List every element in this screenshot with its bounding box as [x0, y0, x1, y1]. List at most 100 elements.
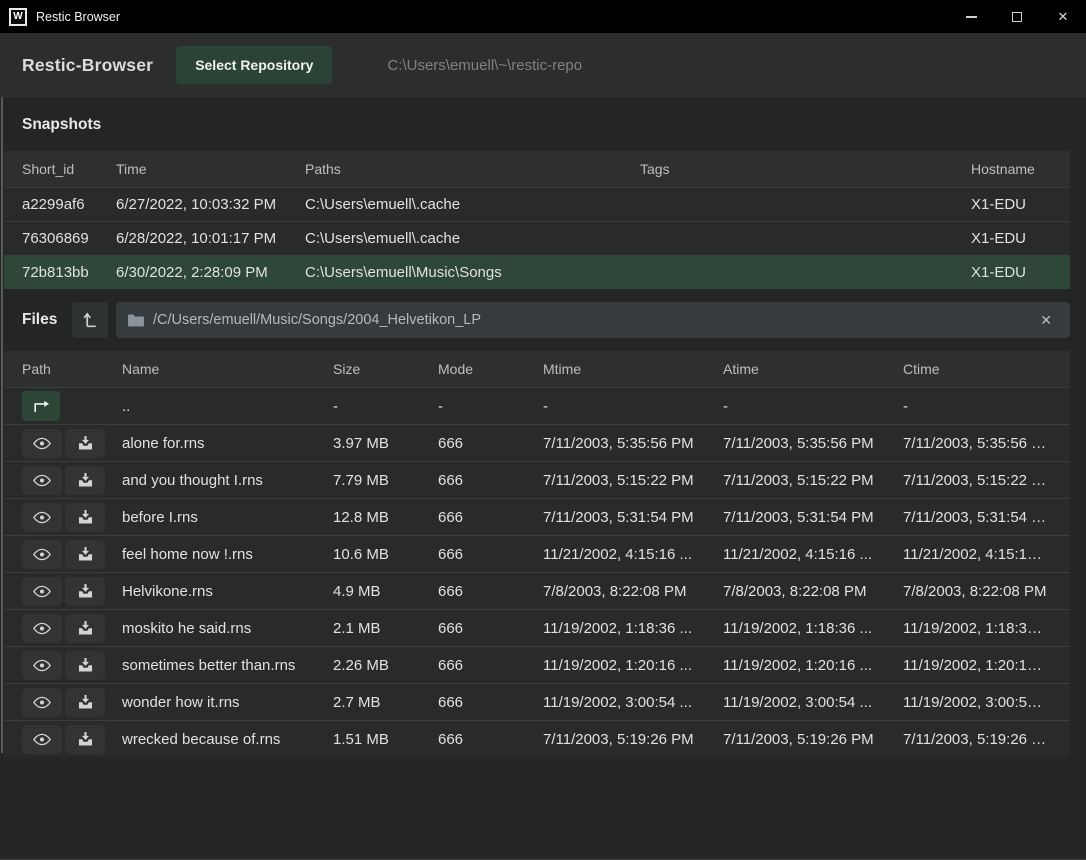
- snapshots-section-title: Snapshots: [4, 97, 1070, 151]
- view-file-button[interactable]: [22, 503, 62, 532]
- snapshot-short-id: 72b813bb: [22, 264, 116, 281]
- close-button[interactable]: ✕: [1040, 0, 1086, 33]
- snapshot-short-id: 76306869: [22, 230, 116, 247]
- file-size: 2.1 MB: [333, 620, 438, 637]
- column-header-short-id: Short_id: [22, 161, 116, 177]
- current-path-field[interactable]: /C/Users/emuell/Music/Songs/2004_Helveti…: [116, 302, 1070, 338]
- file-row: wonder how it.rns2.7 MB66611/19/2002, 3:…: [4, 683, 1070, 720]
- main-content: Snapshots Short_id Time Paths Tags Hostn…: [0, 97, 1086, 859]
- column-header-time: Time: [116, 161, 305, 177]
- file-actions: [22, 391, 122, 421]
- file-mode: 666: [438, 435, 543, 452]
- download-file-button[interactable]: [65, 540, 105, 569]
- scrollbar-thumb[interactable]: [1, 97, 3, 753]
- files-table-header: Path Name Size Mode Mtime Atime Ctime: [4, 351, 1070, 387]
- file-actions: [22, 466, 122, 495]
- view-file-button[interactable]: [22, 614, 62, 643]
- file-row: wrecked because of.rns1.51 MB6667/11/200…: [4, 720, 1070, 757]
- download-file-button[interactable]: [65, 466, 105, 495]
- file-actions: [22, 429, 122, 458]
- column-header-name: Name: [122, 361, 333, 377]
- download-icon: [78, 510, 93, 524]
- file-atime: 7/11/2003, 5:19:26 PM: [723, 731, 903, 748]
- download-file-button[interactable]: [65, 725, 105, 754]
- app-window: W Restic Browser ✕ Restic-Browser Select…: [0, 0, 1086, 860]
- file-row: feel home now !.rns10.6 MB66611/21/2002,…: [4, 535, 1070, 572]
- download-file-button[interactable]: [65, 577, 105, 606]
- view-file-button[interactable]: [22, 688, 62, 717]
- download-icon: [78, 732, 93, 746]
- snapshot-hostname: X1-EDU: [971, 196, 1058, 213]
- maximize-button[interactable]: [994, 0, 1040, 33]
- view-file-button[interactable]: [22, 466, 62, 495]
- download-file-button[interactable]: [65, 688, 105, 717]
- file-atime: 7/11/2003, 5:35:56 PM: [723, 435, 903, 452]
- files-bar: Files /C/Users/emuell/Music/Songs/2004_H…: [4, 302, 1070, 338]
- view-file-button[interactable]: [22, 429, 62, 458]
- eye-icon: [33, 474, 51, 487]
- column-header-ctime: Ctime: [903, 361, 1058, 377]
- file-size: 2.26 MB: [333, 657, 438, 674]
- view-file-button[interactable]: [22, 577, 62, 606]
- folder-icon: [128, 314, 144, 327]
- file-mtime: 7/11/2003, 5:19:26 PM: [543, 731, 723, 748]
- file-name: ..: [122, 398, 333, 415]
- file-name: before I.rns: [122, 509, 333, 526]
- go-parent-directory-button[interactable]: [22, 391, 60, 421]
- download-icon: [78, 436, 93, 450]
- view-file-button[interactable]: [22, 540, 62, 569]
- snapshot-row[interactable]: a2299af66/27/2022, 10:03:32 PMC:\Users\e…: [4, 187, 1070, 221]
- file-mode: 666: [438, 620, 543, 637]
- file-actions: [22, 540, 122, 569]
- download-file-button[interactable]: [65, 503, 105, 532]
- file-size: 4.9 MB: [333, 583, 438, 600]
- file-atime: 11/19/2002, 1:18:36 ...: [723, 620, 903, 637]
- file-size: -: [333, 398, 438, 415]
- file-ctime: 7/8/2003, 8:22:08 PM: [903, 583, 1058, 600]
- snapshots-table-header: Short_id Time Paths Tags Hostname: [4, 151, 1070, 187]
- snapshot-row[interactable]: 72b813bb6/30/2022, 2:28:09 PMC:\Users\em…: [4, 255, 1070, 289]
- file-row: moskito he said.rns2.1 MB66611/19/2002, …: [4, 609, 1070, 646]
- file-size: 7.79 MB: [333, 472, 438, 489]
- view-file-button[interactable]: [22, 651, 62, 680]
- file-row: sometimes better than.rns2.26 MB66611/19…: [4, 646, 1070, 683]
- select-repository-button[interactable]: Select Repository: [176, 46, 332, 84]
- up-one-level-button[interactable]: [72, 302, 108, 338]
- eye-icon: [33, 548, 51, 561]
- file-mtime: 11/19/2002, 3:00:54 ...: [543, 694, 723, 711]
- file-name: wonder how it.rns: [122, 694, 333, 711]
- file-size: 12.8 MB: [333, 509, 438, 526]
- file-row: before I.rns12.8 MB6667/11/2003, 5:31:54…: [4, 498, 1070, 535]
- view-file-button[interactable]: [22, 725, 62, 754]
- file-row: Helvikone.rns4.9 MB6667/8/2003, 8:22:08 …: [4, 572, 1070, 609]
- file-ctime: 11/21/2002, 4:15:16 ...: [903, 546, 1058, 563]
- minimize-button[interactable]: [948, 0, 994, 33]
- file-ctime: 11/19/2002, 1:20:16 ...: [903, 657, 1058, 674]
- download-icon: [78, 473, 93, 487]
- clear-path-button[interactable]: ✕: [1034, 310, 1058, 331]
- file-ctime: 11/19/2002, 1:18:36 ...: [903, 620, 1058, 637]
- download-file-button[interactable]: [65, 651, 105, 680]
- snapshot-hostname: X1-EDU: [971, 230, 1058, 247]
- column-header-size: Size: [333, 361, 438, 377]
- file-actions: [22, 651, 122, 680]
- file-mtime: 7/11/2003, 5:31:54 PM: [543, 509, 723, 526]
- app-title: Restic-Browser: [22, 55, 153, 76]
- file-atime: 11/21/2002, 4:15:16 ...: [723, 546, 903, 563]
- titlebar[interactable]: W Restic Browser ✕: [0, 0, 1086, 33]
- download-file-button[interactable]: [65, 429, 105, 458]
- file-atime: 7/11/2003, 5:31:54 PM: [723, 509, 903, 526]
- file-name: alone for.rns: [122, 435, 333, 452]
- download-icon: [78, 695, 93, 709]
- snapshots-table: Short_id Time Paths Tags Hostname a2299a…: [4, 151, 1070, 289]
- file-mtime: 7/11/2003, 5:15:22 PM: [543, 472, 723, 489]
- repository-path: C:\Users\emuell\~\restic-repo: [387, 57, 582, 74]
- snapshot-row[interactable]: 763068696/28/2022, 10:01:17 PMC:\Users\e…: [4, 221, 1070, 255]
- file-mode: 666: [438, 731, 543, 748]
- file-mtime: 11/19/2002, 1:20:16 ...: [543, 657, 723, 674]
- file-ctime: -: [903, 398, 1058, 415]
- file-size: 1.51 MB: [333, 731, 438, 748]
- files-section-title: Files: [22, 311, 64, 329]
- file-name: sometimes better than.rns: [122, 657, 333, 674]
- download-file-button[interactable]: [65, 614, 105, 643]
